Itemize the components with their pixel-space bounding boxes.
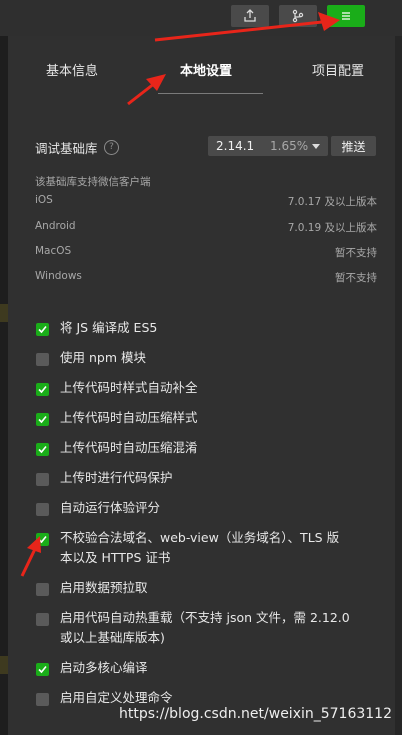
editor-gutter <box>0 36 8 735</box>
option-label-line: 本以及 HTTPS 证书 <box>60 550 171 565</box>
sdk-version-select[interactable]: 2.14.1 1.65% <box>208 136 328 156</box>
details-menu-button[interactable] <box>327 5 365 27</box>
push-button[interactable]: 推送 <box>331 136 376 156</box>
platform-name: Windows <box>35 270 82 282</box>
option-label[interactable]: 自动运行体验评分 <box>60 498 160 518</box>
option-label[interactable]: 不校验合法域名、web-view（业务域名）、TLS 版 本以及 HTTPS 证… <box>60 528 339 568</box>
option-checkbox[interactable] <box>36 503 49 516</box>
platform-support: 暂不支持 <box>335 272 377 284</box>
platform-name: MacOS <box>35 245 72 257</box>
tab-project-config[interactable]: 项目配置 <box>312 60 364 79</box>
option-checkbox[interactable] <box>36 413 49 426</box>
sdk-version-value: 2.14.1 <box>216 139 255 153</box>
platform-support: 7.0.19 及以上版本 <box>287 222 377 234</box>
option-checkbox[interactable] <box>36 693 49 706</box>
option-checkbox[interactable] <box>36 353 49 366</box>
option-checkbox[interactable] <box>36 613 49 626</box>
branch-icon <box>292 9 304 23</box>
option-label[interactable]: 将 JS 编译成 ES5 <box>60 318 157 338</box>
platform-name: iOS <box>35 194 53 206</box>
option-label[interactable]: 启动多核心编译 <box>60 658 148 678</box>
option-checkbox[interactable] <box>36 443 49 456</box>
option-label[interactable]: 上传代码时自动压缩样式 <box>60 408 198 428</box>
option-label[interactable]: 上传代码时自动压缩混淆 <box>60 438 198 458</box>
option-checkbox[interactable] <box>36 383 49 396</box>
option-label-line: 启用代码自动热重载（不支持 json 文件，需 2.12.0 <box>60 610 350 625</box>
active-tab-indicator <box>158 93 263 94</box>
details-panel: 基本信息 本地设置 项目配置 调试基础库 ? 2.14.1 1.65% 推送 该… <box>8 36 395 735</box>
checkmark-icon <box>38 535 47 544</box>
option-label[interactable]: 启用代码自动热重载（不支持 json 文件，需 2.12.0 或以上基础库版本) <box>60 608 350 648</box>
sdk-support-hint: 该基础库支持微信客户端 <box>35 176 151 188</box>
option-checkbox[interactable] <box>36 323 49 336</box>
chevron-down-icon <box>312 144 320 149</box>
option-label-line: 不校验合法域名、web-view（业务域名）、TLS 版 <box>60 530 340 545</box>
checkmark-icon <box>38 385 47 394</box>
option-checkbox[interactable] <box>36 473 49 486</box>
platform-row: iOS 7.0.17 及以上版本 <box>35 194 377 214</box>
upload-icon <box>244 9 256 22</box>
platform-support: 7.0.17 及以上版本 <box>287 196 377 208</box>
sdk-version-label: 调试基础库 <box>35 141 98 156</box>
option-checkbox[interactable] <box>36 663 49 676</box>
gutter-highlight <box>0 656 8 674</box>
tab-basic-info[interactable]: 基本信息 <box>46 60 98 79</box>
upload-button[interactable] <box>231 5 269 27</box>
tab-local-settings[interactable]: 本地设置 <box>180 60 232 79</box>
option-checkbox[interactable] <box>36 583 49 596</box>
watermark: https://blog.csdn.net/weixin_57163112 <box>118 706 392 722</box>
platform-row: MacOS 暂不支持 <box>35 245 377 265</box>
platform-row: Android 7.0.19 及以上版本 <box>35 220 377 240</box>
option-label[interactable]: 上传时进行代码保护 <box>60 468 173 488</box>
option-label-line: 或以上基础库版本) <box>60 630 165 645</box>
checkmark-icon <box>38 665 47 674</box>
branch-button[interactable] <box>279 5 317 27</box>
platform-name: Android <box>35 220 76 232</box>
menu-icon <box>342 12 350 20</box>
option-label[interactable]: 使用 npm 模块 <box>60 348 146 368</box>
checkmark-icon <box>38 445 47 454</box>
option-label[interactable]: 上传代码时样式自动补全 <box>60 378 198 398</box>
top-toolbar <box>0 0 402 36</box>
option-label[interactable]: 启用数据预拉取 <box>60 578 148 598</box>
option-label[interactable]: 启用自定义处理命令 <box>60 688 173 708</box>
gutter-highlight <box>0 304 8 322</box>
tab-bar: 基本信息 本地设置 项目配置 <box>8 36 395 106</box>
checkmark-icon <box>38 415 47 424</box>
platform-row: Windows 暂不支持 <box>35 270 377 290</box>
help-icon[interactable]: ? <box>104 140 119 155</box>
scrollbar-track[interactable] <box>395 36 402 735</box>
option-checkbox[interactable] <box>36 533 49 546</box>
platform-support: 暂不支持 <box>335 247 377 259</box>
sdk-usage-percent: 1.65% <box>270 139 309 153</box>
checkmark-icon <box>38 325 47 334</box>
